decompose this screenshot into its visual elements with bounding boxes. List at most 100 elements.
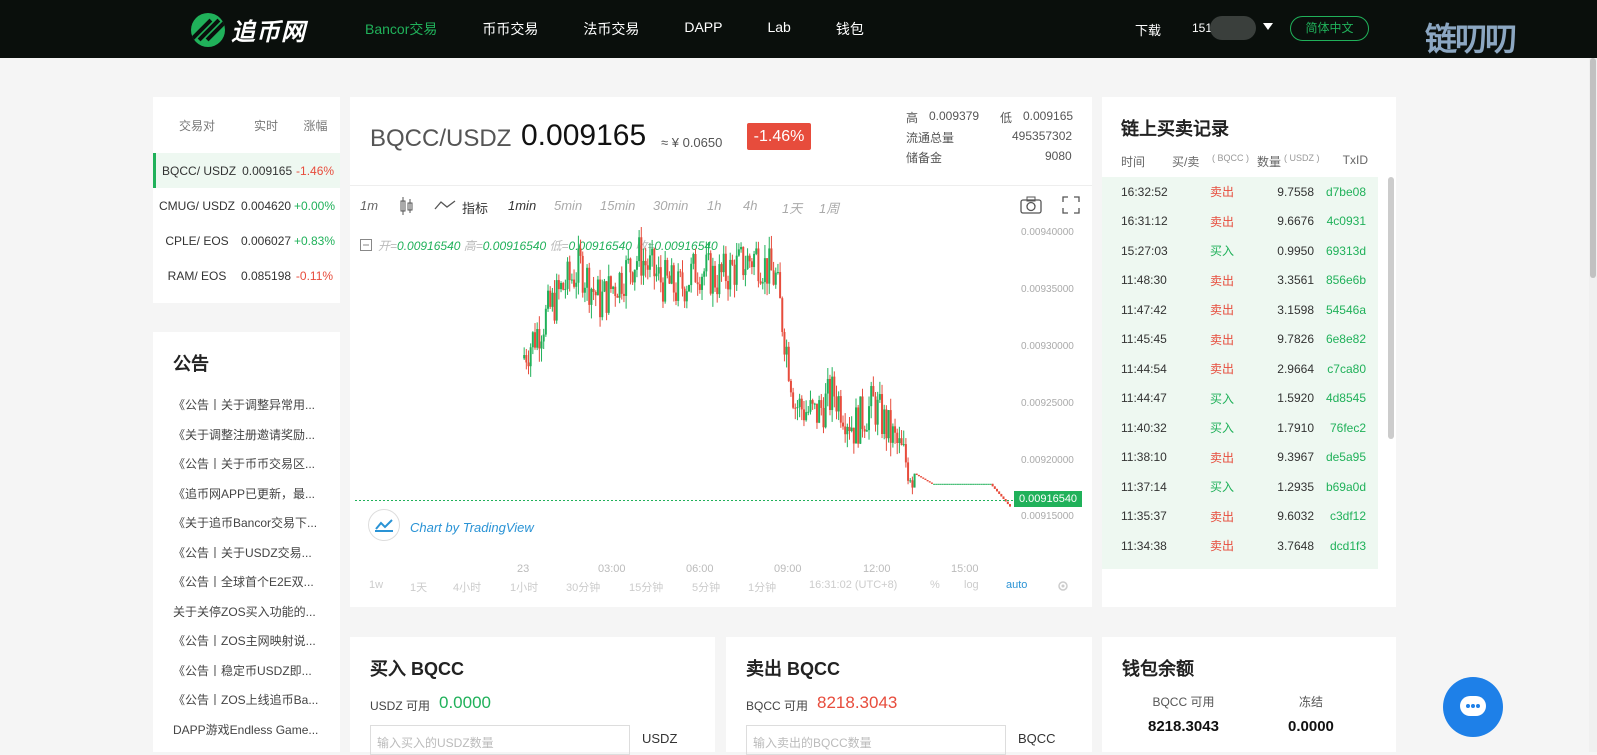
- candle-body: [889, 410, 892, 443]
- candle-body: [544, 308, 547, 335]
- buy-amount-input[interactable]: 输入买入的USDZ数量: [370, 725, 630, 755]
- period-1w[interactable]: 1周: [819, 198, 839, 217]
- trade-txid[interactable]: b69a0d: [1314, 480, 1378, 494]
- buy-avail-label: USDZ 可用: [370, 699, 431, 713]
- range-1w[interactable]: 1w: [369, 579, 383, 591]
- notice-item[interactable]: DAPP游戏Endless Game...: [173, 721, 340, 751]
- period-1d[interactable]: 1天: [782, 198, 802, 217]
- camera-icon[interactable]: [1020, 196, 1042, 214]
- interval-select[interactable]: 1m: [360, 198, 378, 213]
- nav-bancor[interactable]: Bancor交易: [365, 19, 437, 39]
- trade-txid[interactable]: 4d8545: [1314, 391, 1378, 405]
- candle-body: [616, 295, 619, 298]
- trade-row[interactable]: 11:34:38 卖出 3.7648 dcd1f3: [1102, 531, 1378, 561]
- sell-amount-input[interactable]: 输入卖出的BQCC数量: [746, 725, 1006, 755]
- logo[interactable]: 追币网: [191, 12, 306, 47]
- col-pair: 交易对: [178, 118, 215, 133]
- notice-item[interactable]: 《公告丨关于USDZ交易...: [173, 544, 340, 574]
- pair-row-cple[interactable]: CPLE/ EOS 0.006027 +0.83%: [153, 223, 340, 258]
- download-link[interactable]: 下载: [1135, 20, 1161, 39]
- notice-item[interactable]: 《公告丨ZOS主网映射说...: [173, 632, 340, 662]
- percent-toggle[interactable]: %: [930, 579, 940, 591]
- trade-txid[interactable]: c7ca80: [1314, 362, 1378, 376]
- nav-dapp[interactable]: DAPP: [684, 19, 722, 39]
- page-scrollbar-thumb[interactable]: [1590, 58, 1596, 278]
- trade-txid[interactable]: 76fec2: [1314, 421, 1378, 435]
- indicator-icon[interactable]: [434, 199, 456, 211]
- notice-item[interactable]: 关于关停ZOS买入功能的...: [173, 603, 340, 633]
- notice-item[interactable]: 《公告丨关于调整异常用...: [173, 396, 340, 426]
- tradingview-credit[interactable]: Chart by TradingView: [410, 520, 534, 535]
- pair-row-ram[interactable]: RAM/ EOS 0.085198 -0.11%: [153, 258, 340, 293]
- log-toggle[interactable]: log: [964, 579, 979, 591]
- period-1h[interactable]: 1h: [707, 198, 721, 213]
- trade-txid[interactable]: d7be08: [1314, 185, 1378, 199]
- nav-lab[interactable]: Lab: [767, 19, 790, 39]
- candle-body: [967, 483, 970, 485]
- trade-row[interactable]: 16:32:52 卖出 9.7558 d7be08: [1102, 177, 1378, 207]
- trade-row[interactable]: 11:35:37 卖出 9.6032 c3df12: [1102, 502, 1378, 532]
- candle-body: [774, 272, 777, 285]
- candle-body: [939, 483, 942, 485]
- pair-row-cmug[interactable]: CMUG/ USDZ 0.004620 +0.00%: [153, 188, 340, 223]
- page-scrollbar[interactable]: [1589, 58, 1597, 752]
- trade-txid[interactable]: dcd1f3: [1314, 539, 1378, 553]
- auto-toggle[interactable]: auto: [1006, 579, 1027, 591]
- notice-item[interactable]: 《公告丨全球首个E2E双...: [173, 573, 340, 603]
- indicator-button[interactable]: 指标: [462, 198, 488, 217]
- col-txid: TxID: [1342, 153, 1368, 167]
- trade-scrollbar[interactable]: [1388, 177, 1394, 439]
- candle-body: [978, 483, 981, 485]
- range-15m[interactable]: 15分钟: [629, 579, 663, 595]
- notice-item[interactable]: 《追币网APP已更新，最...: [173, 485, 340, 515]
- range-1d[interactable]: 1天: [410, 579, 427, 595]
- price-chart[interactable]: 开=0.00916540 高=0.00916540 低=0.00916540 收…: [350, 227, 1092, 607]
- trade-row[interactable]: 15:27:03 买入 0.9950 69313d: [1102, 236, 1378, 266]
- period-15min[interactable]: 15min: [600, 198, 635, 213]
- trade-txid[interactable]: c3df12: [1314, 509, 1378, 523]
- trade-txid[interactable]: 6e8e82: [1314, 332, 1378, 346]
- notice-item[interactable]: 《关于调整注册邀请奖励...: [173, 426, 340, 456]
- period-30min[interactable]: 30min: [653, 198, 688, 213]
- period-5min[interactable]: 5min: [554, 198, 582, 213]
- trade-row[interactable]: 11:40:32 买入 1.7910 76fec2: [1102, 413, 1378, 443]
- notice-item[interactable]: 《公告丨关于币币交易区...: [173, 455, 340, 485]
- range-1h[interactable]: 1小时: [510, 579, 538, 595]
- trade-row[interactable]: 11:48:30 卖出 3.3561 856e6b: [1102, 266, 1378, 296]
- notice-item[interactable]: 《公告丨ZOS上线追币Ba...: [173, 691, 340, 721]
- trade-row[interactable]: 11:44:54 卖出 2.9664 c7ca80: [1102, 354, 1378, 384]
- pair-row-bqcc[interactable]: BQCC/ USDZ 0.009165 -1.46%: [153, 153, 340, 188]
- candle-body: [837, 396, 840, 412]
- trade-list[interactable]: 16:32:52 卖出 9.7558 d7be08 16:31:12 卖出 9.6676 4c…: [1102, 177, 1378, 569]
- chat-button[interactable]: [1443, 677, 1503, 737]
- tradingview-logo-icon[interactable]: [368, 509, 400, 541]
- notice-item[interactable]: 《公告丨稳定币USDZ即...: [173, 662, 340, 692]
- period-4h[interactable]: 4h: [743, 198, 757, 213]
- fullscreen-icon[interactable]: [1062, 196, 1080, 214]
- nav-wallet[interactable]: 钱包: [836, 19, 864, 39]
- trade-txid[interactable]: 4c0931: [1314, 214, 1378, 228]
- pairs-header: 交易对 实时 涨幅: [153, 97, 340, 153]
- trade-row[interactable]: 16:31:12 卖出 9.6676 4c0931: [1102, 207, 1378, 237]
- language-button[interactable]: 简体中文: [1290, 16, 1369, 41]
- trade-row[interactable]: 11:44:47 买入 1.5920 4d8545: [1102, 384, 1378, 414]
- gear-icon[interactable]: [1057, 580, 1069, 592]
- range-1m[interactable]: 1分钟: [748, 579, 776, 595]
- range-30m[interactable]: 30分钟: [566, 579, 600, 595]
- trade-txid[interactable]: 856e6b: [1314, 273, 1378, 287]
- range-4h[interactable]: 4小时: [453, 579, 481, 595]
- nav-coin-trade[interactable]: 币币交易: [482, 19, 538, 39]
- trade-row[interactable]: 11:38:10 卖出 9.3967 de5a95: [1102, 443, 1378, 473]
- nav-fiat-trade[interactable]: 法币交易: [583, 19, 639, 39]
- trade-txid[interactable]: 69313d: [1314, 244, 1378, 258]
- period-1min[interactable]: 1min: [508, 198, 536, 213]
- chevron-down-icon[interactable]: [1263, 23, 1273, 30]
- trade-txid[interactable]: 54546a: [1314, 303, 1378, 317]
- trade-row[interactable]: 11:47:42 卖出 3.1598 54546a: [1102, 295, 1378, 325]
- trade-txid[interactable]: de5a95: [1314, 450, 1378, 464]
- notice-item[interactable]: 《关于追币Bancor交易下...: [173, 514, 340, 544]
- trade-row[interactable]: 11:45:45 卖出 9.7826 6e8e82: [1102, 325, 1378, 355]
- trade-row[interactable]: 11:37:14 买入 1.2935 b69a0d: [1102, 472, 1378, 502]
- range-5m[interactable]: 5分钟: [692, 579, 720, 595]
- candle-style-icon[interactable]: [398, 196, 414, 216]
